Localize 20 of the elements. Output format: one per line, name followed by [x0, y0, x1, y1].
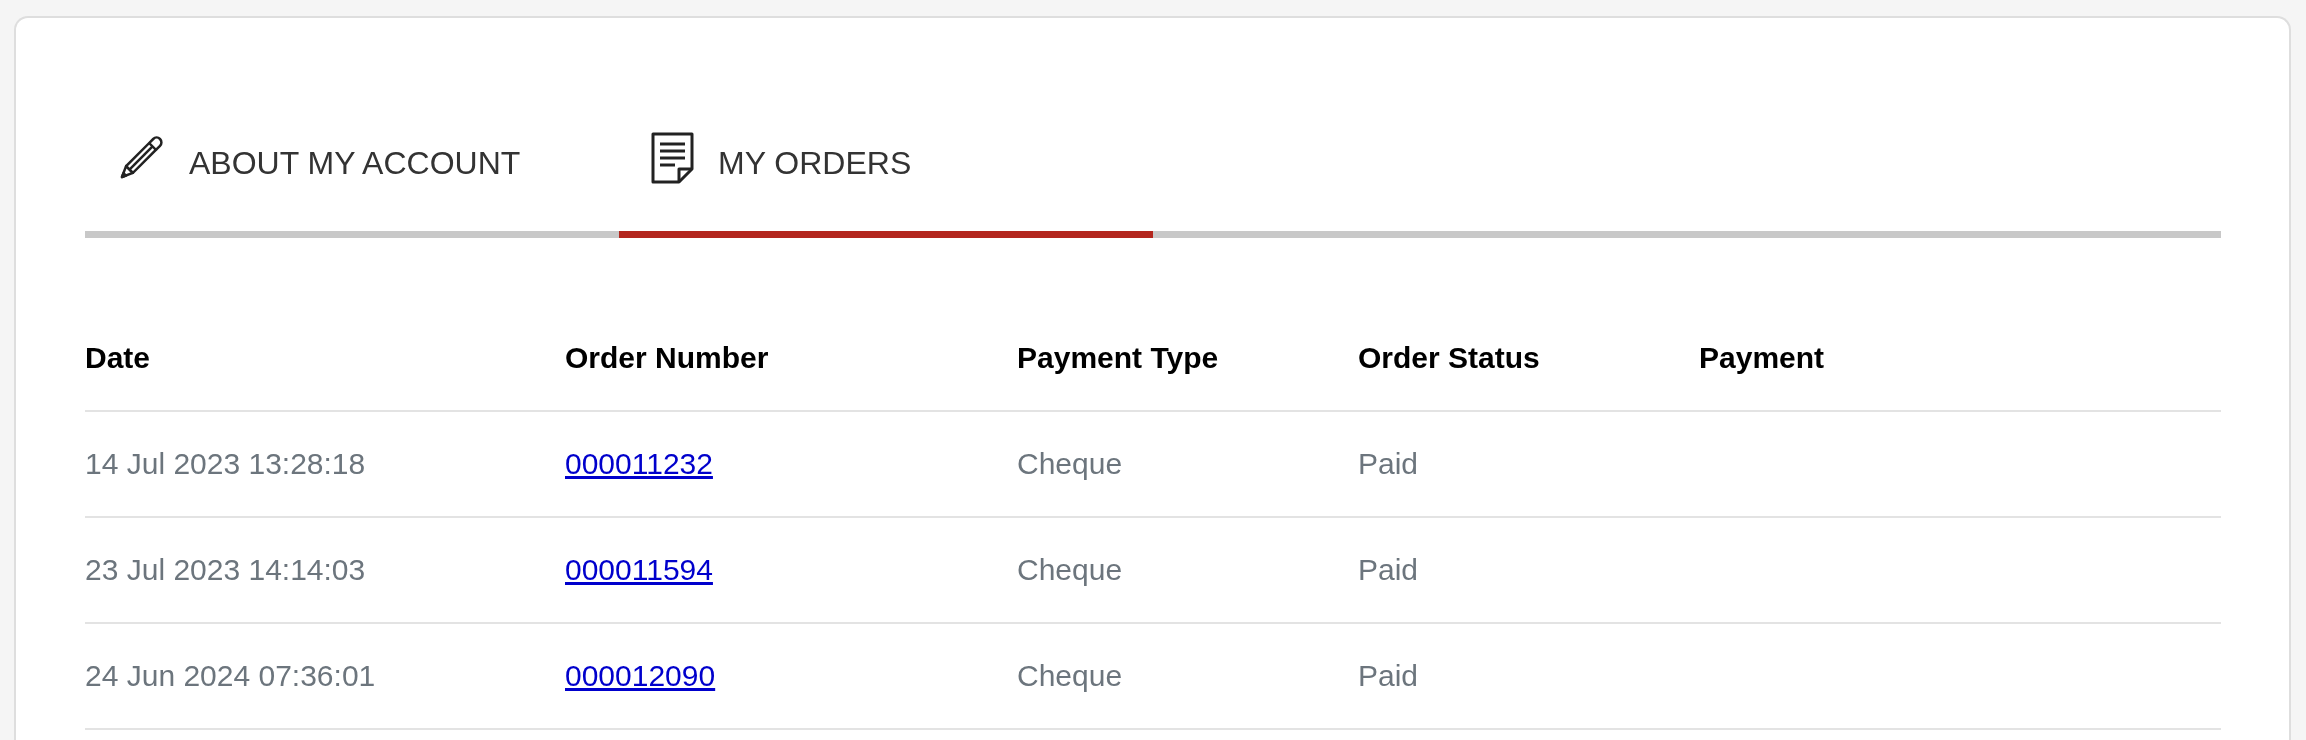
order-status-cell-text: Paid — [1358, 658, 1420, 694]
date-cell-text: 23 Jul 2023 14:14:03 — [85, 552, 367, 588]
order-status-cell-text: Paid — [1358, 446, 1420, 482]
column-header: Order Status — [1358, 340, 1541, 376]
date-cell-text: 24 Jun 2024 07:36:01 — [85, 658, 377, 694]
order-number-link[interactable]: 000011594 — [565, 553, 713, 586]
document-icon — [651, 132, 694, 184]
tab[interactable]: ABOUT MY ACCOUNT — [85, 132, 619, 238]
column-header: Payment — [1699, 340, 1826, 376]
payment-type-cell-text: Cheque — [1017, 446, 1124, 482]
order-number-link[interactable]: 000011232 — [565, 447, 713, 480]
order-status-cell-text: Paid — [1358, 552, 1420, 588]
payment-type-cell-text: Cheque — [1017, 658, 1124, 694]
column-header: Date — [85, 340, 152, 376]
date-cell-text: 14 Jul 2023 13:28:18 — [85, 446, 367, 482]
column-header: Payment Type — [1017, 340, 1220, 376]
payment-type-cell-text: Cheque — [1017, 552, 1124, 588]
tab[interactable]: MY ORDERS — [619, 132, 1153, 238]
column-header: Order Number — [565, 340, 770, 376]
order-number-link[interactable]: 000012090 — [565, 659, 716, 692]
